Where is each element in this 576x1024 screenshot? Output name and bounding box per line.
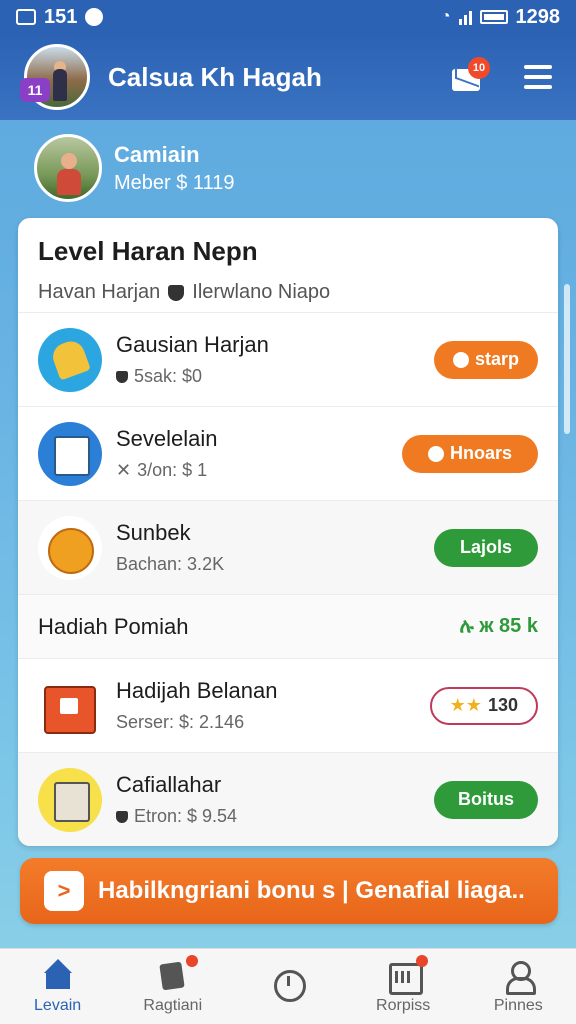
notification-dot bbox=[416, 954, 429, 967]
list-item-name: Gausian Harjan bbox=[116, 332, 269, 357]
wifi-icon: ◔ bbox=[440, 8, 451, 25]
clock-icon bbox=[272, 968, 306, 1002]
nav-item-rorpiss[interactable]: Rorpiss bbox=[348, 954, 458, 1015]
section-value: ሉ ж 85 k bbox=[459, 615, 538, 637]
button-label: Boitus bbox=[458, 789, 514, 809]
level-card: Level Haran Nepn Havan Harjan Ilerwlano … bbox=[18, 218, 558, 846]
paper-icon bbox=[38, 767, 102, 832]
list-item-meta: 5sak: $0 bbox=[134, 366, 203, 386]
list-item[interactable]: Cafiallahar Etron: $ 9.54 Boitus bbox=[18, 752, 558, 846]
button-label: starp bbox=[474, 349, 519, 369]
bag-icon bbox=[116, 370, 128, 383]
bag-icon bbox=[116, 810, 128, 823]
promo-banner[interactable]: > Habilkngriani bonu s | Genafial liaga.… bbox=[20, 858, 558, 924]
gift-icon bbox=[38, 674, 102, 738]
pin-icon bbox=[168, 284, 185, 301]
star-icon: ★★ bbox=[449, 695, 482, 715]
list-item-name: Cafiallahar bbox=[116, 772, 222, 797]
button-label: 130 bbox=[487, 695, 518, 715]
list-item[interactable]: Hadijah Belanan Serser: $: 2.146 ★★ 130 bbox=[18, 658, 558, 752]
list-item-meta: Serser: $: 2.146 bbox=[116, 712, 245, 732]
app-status-icon bbox=[85, 8, 104, 26]
hnoars-button[interactable]: Hnoars bbox=[402, 434, 538, 473]
coin-icon bbox=[427, 445, 444, 462]
nav-item-pinnes[interactable]: Pinnes bbox=[463, 959, 573, 1015]
list-item[interactable]: Sevelelain ✕ 3/on: $ 1 Hnoars bbox=[18, 406, 558, 500]
box-icon bbox=[38, 421, 102, 486]
nav-item-ragtiani[interactable]: Ragtiani bbox=[118, 954, 228, 1015]
list-item[interactable]: Gausian Harjan 5sak: $0 starp bbox=[18, 312, 558, 406]
calendar-icon bbox=[387, 959, 424, 995]
home-icon bbox=[42, 958, 74, 991]
note-icon bbox=[157, 959, 189, 991]
notification-dot bbox=[185, 954, 198, 967]
list-item-name: Sunbek bbox=[116, 520, 191, 545]
profile-avatar bbox=[34, 134, 102, 202]
status-left-text: 151 bbox=[44, 5, 78, 28]
card-subtitle: Havan Harjan Ilerwlano Niapo bbox=[38, 281, 538, 304]
lajols-button[interactable]: Lajols bbox=[434, 528, 538, 567]
profile-member: Meber $ 1119 bbox=[114, 171, 235, 194]
mail-badge: 10 bbox=[468, 57, 490, 79]
nav-item-clock[interactable] bbox=[233, 968, 343, 1006]
status-bar: 151 ◔ 1298 bbox=[0, 0, 576, 34]
nav-label: Pinnes bbox=[493, 996, 543, 1014]
list-item-name: Sevelelain bbox=[116, 426, 218, 451]
page-title: Calsua Kh Hagah bbox=[108, 61, 322, 92]
menu-icon[interactable] bbox=[524, 65, 552, 89]
cross-icon: ✕ bbox=[116, 460, 132, 480]
bonus-button[interactable]: Boitus bbox=[434, 780, 538, 819]
profile-name: Camiain bbox=[114, 141, 200, 167]
mail-button[interactable]: 10 bbox=[452, 57, 490, 91]
nav-label: Levain bbox=[34, 996, 82, 1014]
candy-icon bbox=[38, 515, 102, 580]
app-header: Calsua Kh Hagah 10 bbox=[0, 34, 576, 120]
list-item-meta: 3/on: $ 1 bbox=[137, 460, 208, 480]
bottom-nav: Levain Ragtiani Rorpiss Pinnes bbox=[0, 948, 576, 1024]
nav-label: Ragtiani bbox=[143, 996, 203, 1014]
nav-item-levain[interactable]: Levain bbox=[3, 958, 113, 1015]
promo-text: Habilkngriani bonu s | Genafial liaga.. bbox=[98, 877, 525, 904]
battery-icon bbox=[479, 10, 508, 24]
card-subtitle-right: Ilerwlano Niapo bbox=[192, 281, 331, 303]
bell-icon bbox=[38, 327, 102, 392]
user-icon bbox=[502, 959, 537, 995]
card-subtitle-left: Havan Harjan bbox=[38, 281, 161, 303]
section-title: Hadiah Pomiah bbox=[38, 613, 189, 639]
reward-button[interactable]: ★★ 130 bbox=[429, 686, 538, 725]
scrollbar[interactable] bbox=[564, 284, 570, 434]
coin-icon bbox=[452, 351, 469, 368]
signal-icon bbox=[458, 9, 472, 25]
starp-button[interactable]: starp bbox=[434, 340, 538, 379]
level-badge: 11 bbox=[20, 78, 50, 102]
button-label: Lajols bbox=[459, 537, 512, 557]
list-item-meta: Etron: $ 9.54 bbox=[134, 806, 238, 826]
button-label: Hnoars bbox=[449, 443, 512, 463]
list-item[interactable]: Sunbek Bachan: 3.2K Lajols bbox=[18, 500, 558, 594]
play-icon: > bbox=[44, 871, 84, 911]
profile-summary[interactable]: Camiain Meber $ 1119 bbox=[34, 132, 234, 204]
section-header: Hadiah Pomiah ሉ ж 85 k bbox=[18, 594, 558, 658]
card-title: Level Haran Nepn bbox=[38, 236, 258, 266]
nav-label: Rorpiss bbox=[376, 996, 431, 1014]
status-time: 1298 bbox=[515, 5, 561, 28]
notification-icon bbox=[16, 9, 36, 25]
list-item-name: Hadijah Belanan bbox=[116, 678, 278, 703]
list-item-meta: Bachan: 3.2K bbox=[116, 554, 225, 574]
